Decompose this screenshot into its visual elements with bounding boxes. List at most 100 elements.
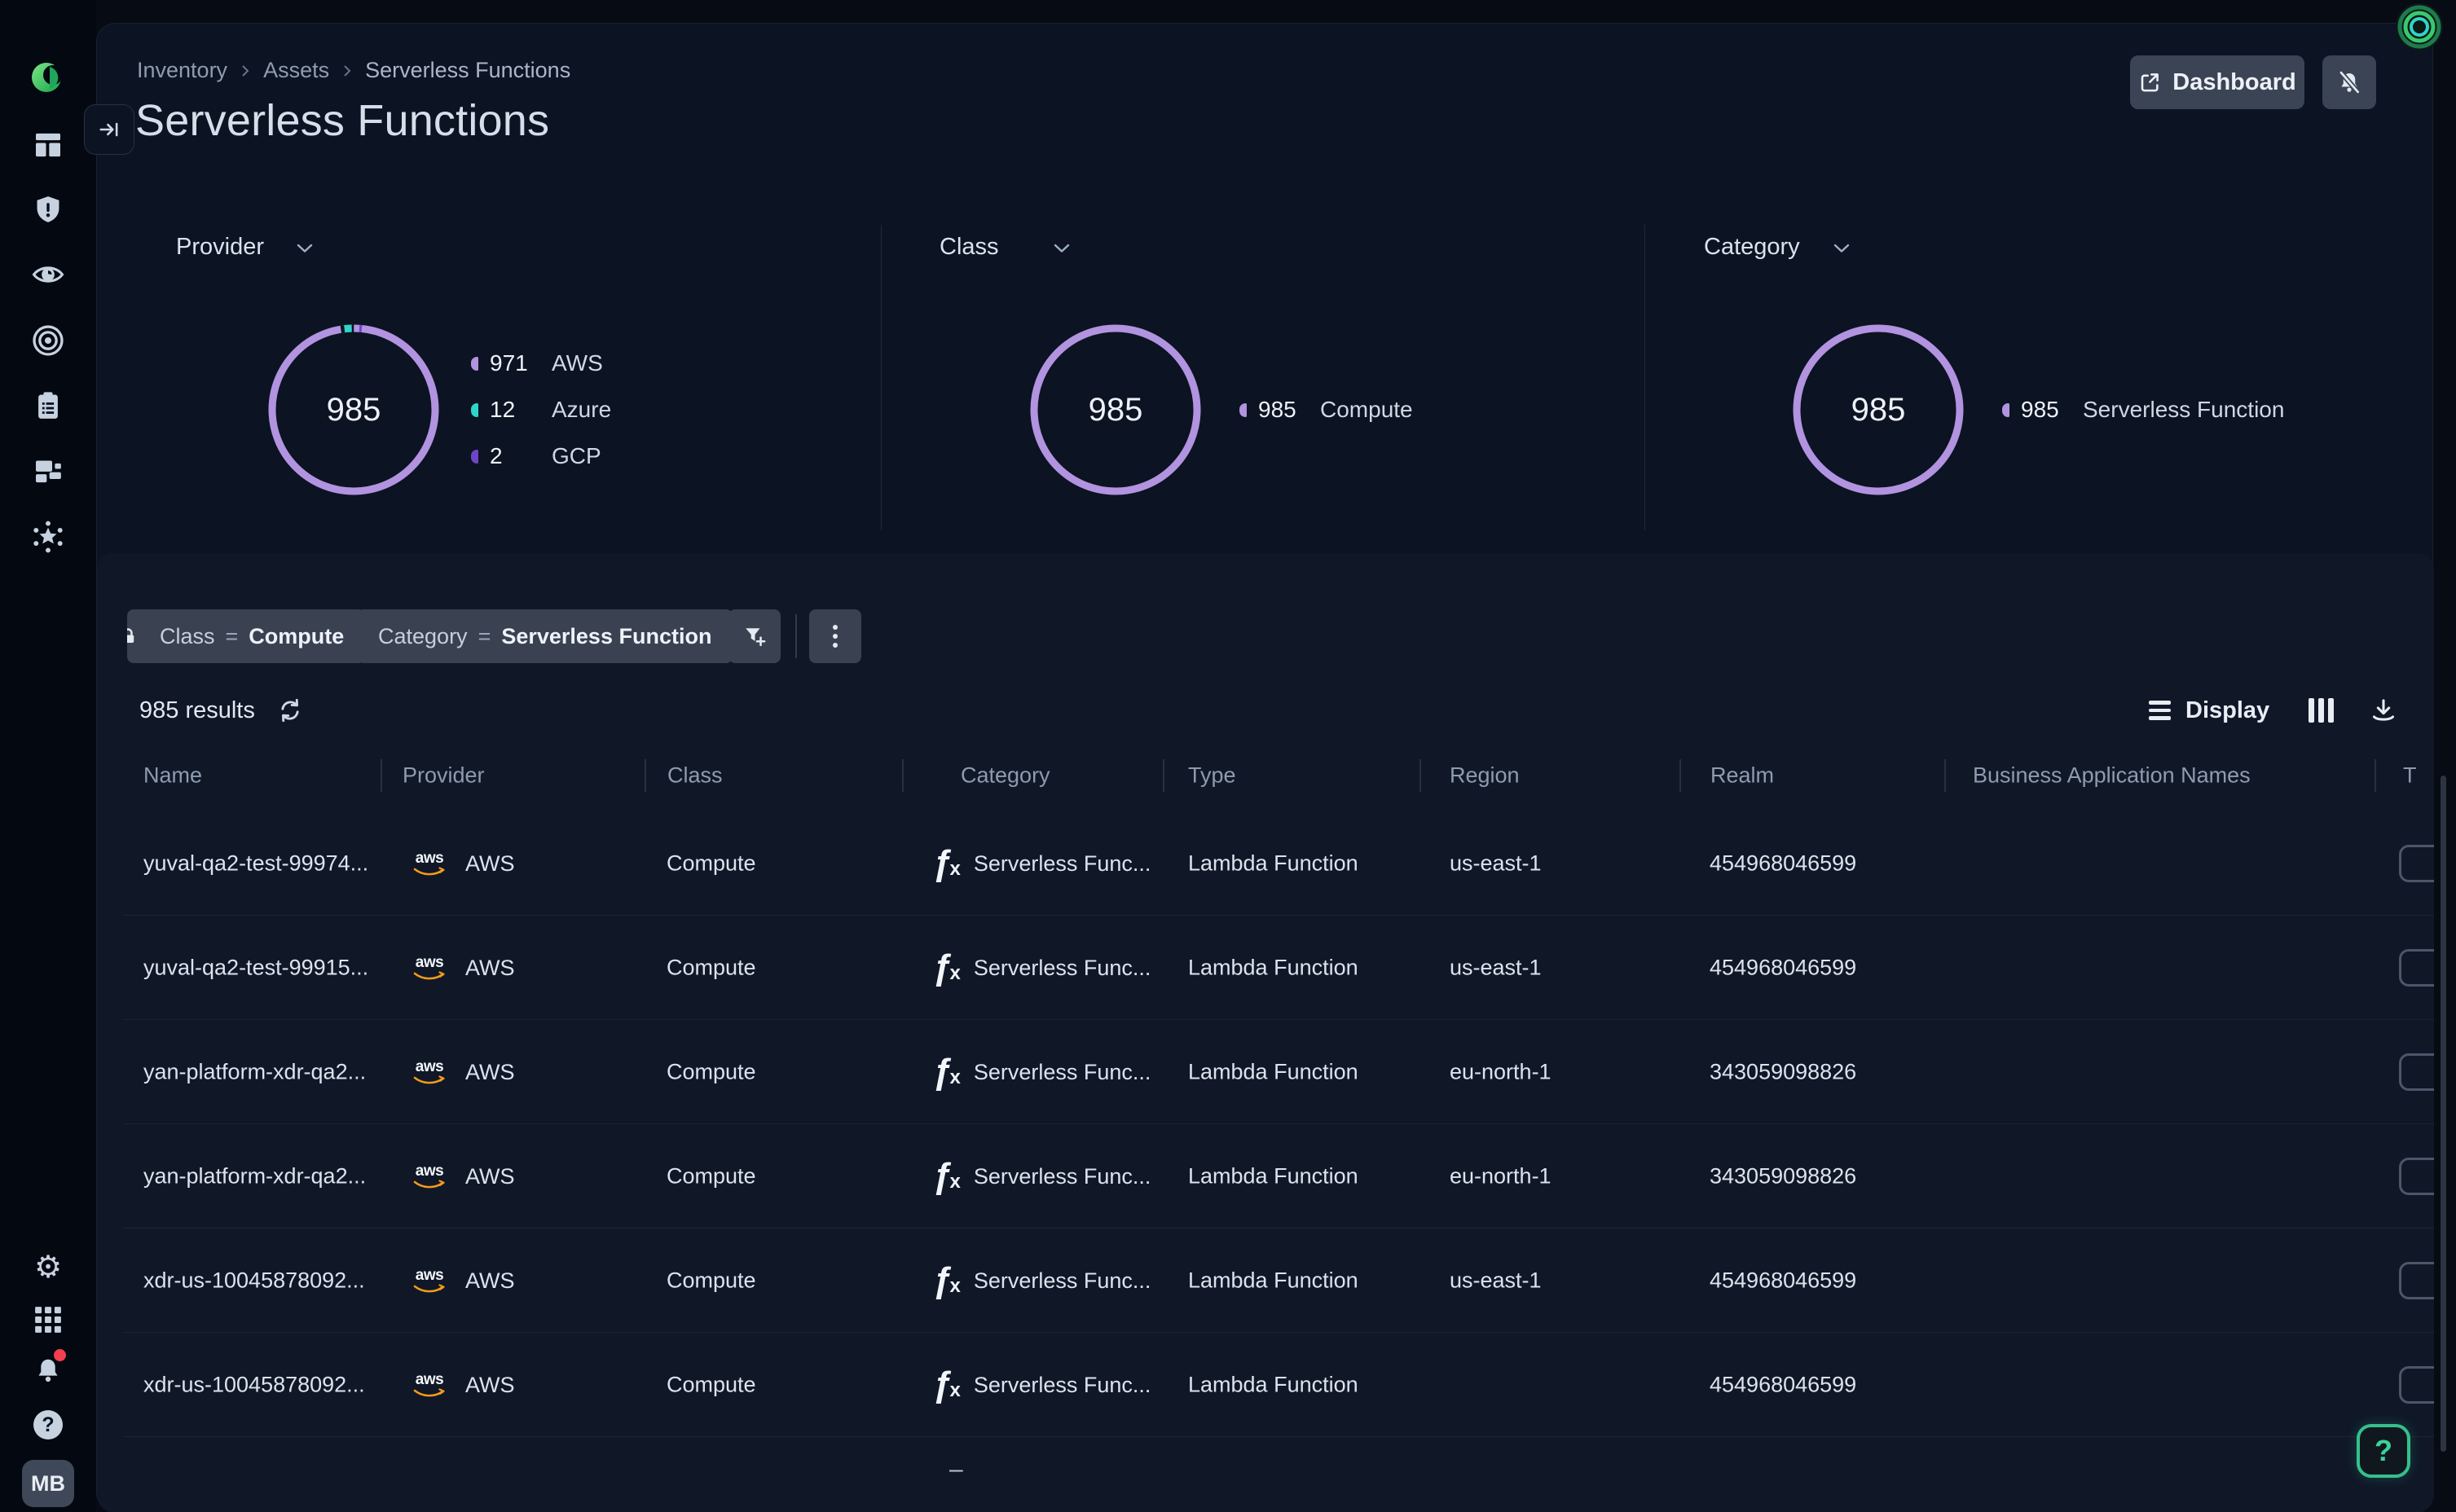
table-header: Name Provider Class Category Type Region Realm…: [97, 758, 2434, 793]
sidebar: ⚙ ? MB: [0, 0, 96, 1512]
main-panel: Inventory Assets Serverless Functions Se…: [96, 23, 2433, 1512]
column-header-name[interactable]: Name: [143, 763, 202, 789]
funnel-plus-icon: [743, 625, 766, 648]
column-divider: [381, 759, 382, 792]
category-chart-dropdown[interactable]: Category: [1704, 234, 1800, 261]
columns-icon[interactable]: [2309, 698, 2334, 723]
breadcrumb-inventory[interactable]: Inventory: [137, 58, 227, 83]
table-row[interactable]: yuval-qa2-test-99915...awsAWSComputeƒxSe…: [97, 916, 2434, 1020]
concentric-rings-logo[interactable]: [2394, 2, 2445, 52]
chevron-down-icon[interactable]: [297, 244, 313, 253]
cell-name: yan-platform-xdr-qa2...: [143, 1164, 366, 1189]
tag-bracket: [2399, 1366, 2434, 1404]
legend-count: 2: [490, 443, 540, 469]
sidebar-item-settings[interactable]: ⚙: [25, 1245, 71, 1290]
results-count: 985 results: [139, 697, 255, 724]
legend-label: AWS: [552, 350, 603, 376]
column-header-t[interactable]: T: [2403, 763, 2417, 789]
column-divider: [1944, 759, 1946, 792]
filter-chip-category[interactable]: Category = Serverless Function: [357, 609, 733, 663]
sidebar-item-dashboards[interactable]: [25, 122, 71, 168]
column-header-region[interactable]: Region: [1450, 763, 1520, 789]
legend-item: 985Compute: [1239, 396, 1413, 424]
tag-bracket: [2399, 1262, 2434, 1299]
sidebar-item-notifications[interactable]: [25, 1347, 71, 1393]
legend-count: 971: [490, 350, 540, 376]
blocks-icon: [32, 455, 64, 487]
table-row[interactable]: yan-platform-xdr-qa2...awsAWSComputeƒxSe…: [97, 1020, 2434, 1124]
display-button[interactable]: Display: [2185, 697, 2269, 724]
chevron-down-icon[interactable]: [1054, 244, 1070, 253]
dashboard-button[interactable]: Dashboard: [2130, 55, 2304, 109]
cell-type: Lambda Function: [1188, 1268, 1358, 1294]
chevron-down-icon[interactable]: [1833, 244, 1850, 253]
app-screen: ⚙ ? MB: [0, 0, 2456, 1512]
cell-category: ƒxServerless Func...: [932, 1158, 1151, 1194]
provider-chart-dropdown[interactable]: Provider: [176, 234, 264, 261]
download-icon[interactable]: [2370, 697, 2397, 724]
filter-chip-class[interactable]: Class = Compute: [127, 609, 365, 663]
sidebar-item-discovery[interactable]: [25, 252, 71, 297]
cell-type: Lambda Function: [1188, 956, 1358, 981]
cell-name: xdr-us-10045878092...: [143, 1373, 365, 1398]
user-avatar[interactable]: MB: [22, 1460, 74, 1507]
bell-slash-icon: [2337, 70, 2361, 94]
sidebar-item-help[interactable]: ?: [25, 1402, 71, 1448]
legend-label: Serverless Function: [2083, 397, 2284, 423]
filter-menu-button[interactable]: [809, 609, 861, 663]
cell-region: eu-north-1: [1450, 1164, 1552, 1189]
add-filter-button[interactable]: [728, 609, 781, 663]
lock-icon: [127, 626, 138, 646]
cell-type: Lambda Function: [1188, 1060, 1358, 1085]
sidebar-item-attack-paths[interactable]: [25, 318, 71, 363]
legend-item: 2GCP: [471, 442, 611, 470]
cell-provider: awsAWS: [408, 850, 515, 877]
column-divider: [902, 759, 904, 792]
category-label: Serverless Func...: [974, 1268, 1151, 1294]
table-row[interactable]: yan-platform-xdr-qa2...awsAWSComputeƒxSe…: [97, 1124, 2434, 1228]
cell-provider: awsAWS: [408, 1372, 515, 1398]
sidebar-item-inventory[interactable]: [25, 448, 71, 494]
aws-logo-icon: aws: [408, 1268, 451, 1294]
breadcrumb-assets[interactable]: Assets: [263, 58, 329, 83]
tag-bracket: [2399, 845, 2434, 882]
kebab-menu-icon: [832, 623, 838, 649]
legend-item: 985Serverless Function: [2002, 396, 2284, 424]
divider: [1644, 225, 1645, 530]
orca-logo[interactable]: [25, 55, 71, 100]
shield-alert-icon: [33, 194, 64, 225]
refresh-icon[interactable]: [276, 697, 304, 724]
display-cluster: Display: [2149, 697, 2397, 724]
cell-name: xdr-us-10045878092...: [143, 1268, 365, 1294]
cell-name: yuval-qa2-test-99974...: [143, 851, 368, 877]
column-header-type[interactable]: Type: [1188, 763, 1236, 789]
table-row[interactable]: xdr-us-10045878092...awsAWSComputeƒxServ…: [97, 1333, 2434, 1437]
table-row[interactable]: xdr-us-10045878092...awsAWSComputeƒxServ…: [97, 1228, 2434, 1333]
sidebar-item-apps[interactable]: [25, 1297, 71, 1343]
provider-label: AWS: [465, 1373, 515, 1398]
column-header-realm[interactable]: Realm: [1710, 763, 1774, 789]
aws-logo-icon: aws: [408, 1163, 451, 1189]
table-row[interactable]: yuval-qa2-test-99974...awsAWSComputeƒxSe…: [97, 811, 2434, 916]
aws-logo-icon: aws: [408, 955, 451, 981]
provider-label: AWS: [465, 851, 515, 877]
category-label: Serverless Func...: [974, 1060, 1151, 1085]
serverless-function-icon: ƒx: [932, 1367, 961, 1403]
page-title: Serverless Functions: [135, 95, 549, 146]
scrollbar[interactable]: [2441, 776, 2446, 1452]
hamburger-icon[interactable]: [2149, 701, 2171, 720]
cell-name: yan-platform-xdr-qa2...: [143, 1060, 366, 1085]
legend-item: 971 AWS: [471, 349, 611, 377]
sidebar-item-compliance[interactable]: [25, 383, 71, 429]
sidebar-item-alerts[interactable]: [25, 187, 71, 232]
column-header-category[interactable]: Category: [961, 763, 1050, 789]
mute-notifications-button[interactable]: [2322, 55, 2376, 109]
column-header-business-application-names[interactable]: Business Application Names: [1973, 763, 2251, 789]
sidebar-item-ai[interactable]: [25, 514, 71, 560]
column-header-class[interactable]: Class: [667, 763, 723, 789]
class-chart-dropdown[interactable]: Class: [940, 234, 999, 261]
column-header-provider[interactable]: Provider: [403, 763, 485, 789]
tag-bracket: [2399, 949, 2434, 987]
collapse-panel-button[interactable]: [84, 104, 134, 155]
help-fab-button[interactable]: ?: [2357, 1424, 2410, 1478]
